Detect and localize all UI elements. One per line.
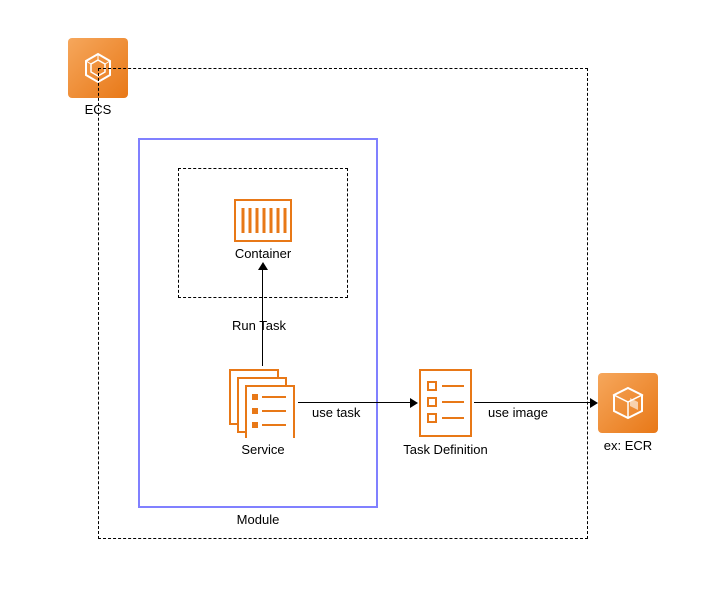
- container-icon: [233, 198, 293, 243]
- arrow-use-image-label: use image: [488, 405, 548, 420]
- arrow-use-task-line: [298, 402, 410, 403]
- service-icon: [228, 368, 298, 441]
- arrow-use-image-head: [590, 398, 598, 408]
- arrow-use-task-label: use task: [312, 405, 360, 420]
- arrow-use-image-line: [474, 402, 590, 403]
- task-definition-icon: [418, 368, 473, 441]
- task-definition-svg-icon: [418, 368, 473, 438]
- service-label: Service: [228, 442, 298, 457]
- container-svg-icon: [233, 198, 293, 243]
- container-label: Container: [218, 246, 308, 261]
- arrow-run-task-head: [258, 262, 268, 270]
- service-svg-icon: [228, 368, 298, 438]
- ecr-icon: [598, 373, 658, 433]
- arrow-run-task-label: Run Task: [232, 318, 286, 333]
- ecr-svg-icon: [608, 383, 648, 423]
- arrow-use-task-head: [410, 398, 418, 408]
- module-label: Module: [138, 512, 378, 527]
- task-definition-label: Task Definition: [398, 442, 493, 457]
- ecr-label: ex: ECR: [598, 438, 658, 453]
